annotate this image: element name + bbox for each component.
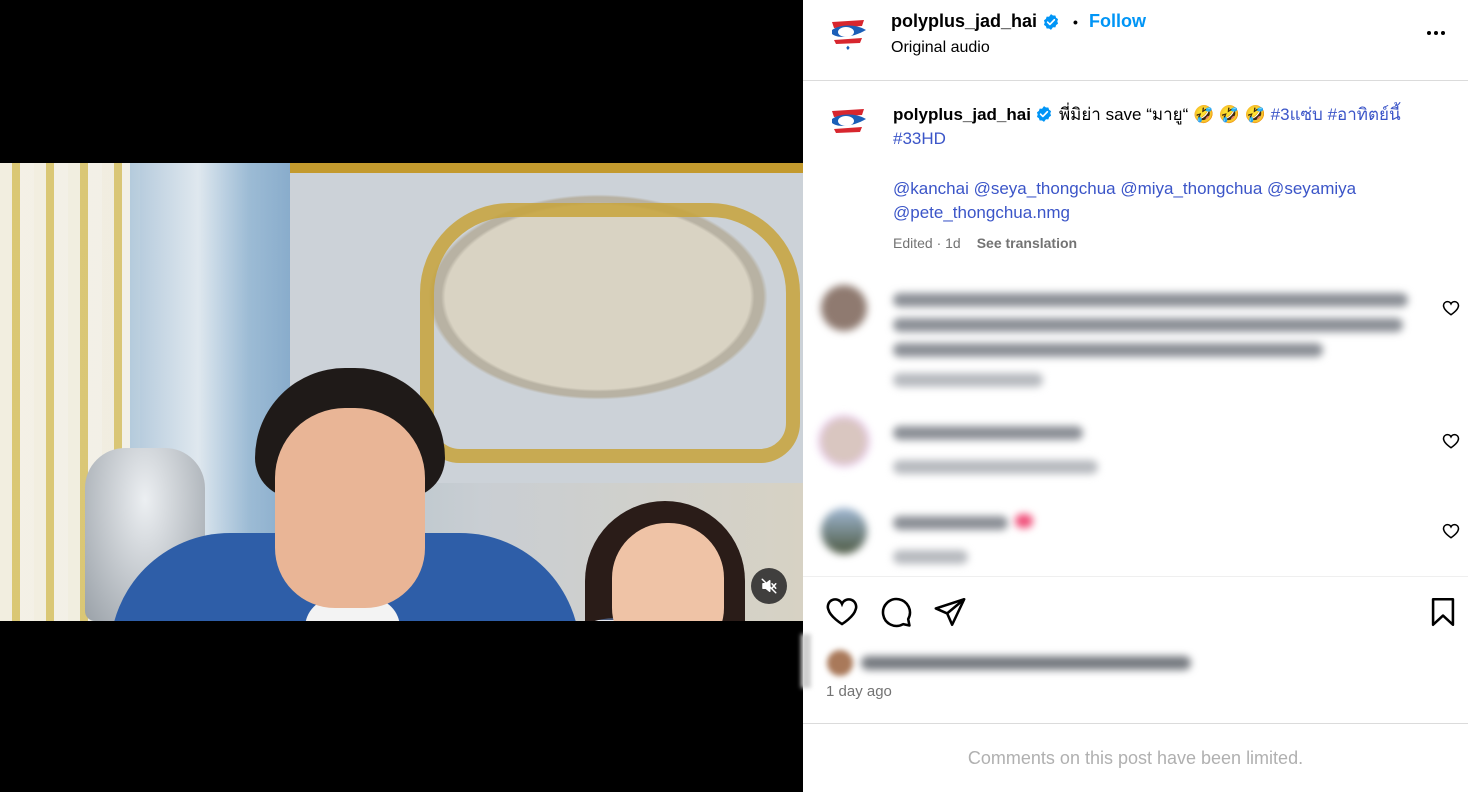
edge-shadow bbox=[801, 634, 811, 688]
avatar[interactable]: ♦ bbox=[826, 10, 870, 54]
post-timestamp[interactable]: 1 day ago bbox=[826, 683, 892, 700]
caption-avatar[interactable] bbox=[826, 99, 870, 143]
header-username[interactable]: polyplus_jad_hai bbox=[891, 11, 1037, 32]
post-header: ♦ polyplus_jad_hai • Follow Original aud… bbox=[803, 0, 1468, 81]
hashtag-link[interactable]: #33HD bbox=[893, 129, 946, 148]
comment-item bbox=[803, 414, 1468, 504]
header-separator: • bbox=[1073, 13, 1078, 30]
heart-icon bbox=[1442, 433, 1460, 449]
follow-button[interactable]: Follow bbox=[1089, 11, 1146, 32]
video-girl-face bbox=[612, 523, 724, 621]
hashtag-link[interactable]: #อาทิตย์นี้ bbox=[1328, 105, 1401, 124]
more-options-button[interactable] bbox=[1421, 21, 1451, 45]
heart-icon bbox=[826, 598, 858, 626]
comment-avatar[interactable] bbox=[821, 418, 867, 464]
action-bar bbox=[803, 576, 1468, 634]
audio-label[interactable]: Original audio bbox=[891, 39, 990, 57]
liked-by-blurred[interactable] bbox=[821, 648, 1201, 676]
verified-badge-icon bbox=[1043, 13, 1059, 30]
reel-video[interactable] bbox=[0, 163, 803, 621]
comment-avatar[interactable] bbox=[821, 508, 867, 554]
see-translation-link[interactable]: See translation bbox=[977, 235, 1077, 251]
more-options-icon bbox=[1427, 31, 1431, 35]
comment-avatar[interactable] bbox=[821, 285, 867, 331]
post-panel: ♦ polyplus_jad_hai • Follow Original aud… bbox=[801, 0, 1468, 792]
brand-logo-icon: ♦ bbox=[826, 10, 870, 54]
share-button[interactable] bbox=[933, 595, 967, 629]
media-area bbox=[0, 0, 803, 792]
svg-text:♦: ♦ bbox=[845, 45, 850, 52]
paper-plane-icon bbox=[934, 597, 966, 627]
comments-limited-notice: Comments on this post have been limited. bbox=[967, 747, 1304, 768]
video-man-face bbox=[275, 408, 425, 608]
comment-item bbox=[803, 281, 1468, 387]
caption-body: พี่มิย่า save “มายู“ 🤣 🤣 🤣 bbox=[1058, 105, 1266, 124]
header-username-row: polyplus_jad_hai • Follow bbox=[891, 11, 1146, 32]
comment-text-blurred bbox=[893, 293, 1408, 307]
mute-button[interactable] bbox=[751, 568, 787, 604]
comment-emoji-blurred bbox=[1015, 514, 1033, 528]
bookmark-icon bbox=[1431, 597, 1455, 627]
caption-text: polyplus_jad_hai พี่มิย่า save “มายู“ 🤣 … bbox=[893, 103, 1438, 151]
heart-icon bbox=[1442, 523, 1460, 539]
liker-avatar bbox=[827, 650, 853, 676]
like-button[interactable] bbox=[825, 595, 859, 629]
comment-meta-blurred bbox=[893, 373, 1043, 387]
save-button[interactable] bbox=[1426, 595, 1460, 629]
heart-icon bbox=[1442, 300, 1460, 316]
comment-bubble-icon bbox=[881, 597, 912, 628]
speaker-muted-icon bbox=[761, 578, 777, 594]
comment-like-button[interactable] bbox=[1442, 522, 1460, 540]
verified-badge-icon bbox=[1036, 106, 1051, 122]
comment-text-blurred bbox=[893, 318, 1403, 332]
comment-meta-blurred bbox=[893, 460, 1098, 474]
video-gold-ornament bbox=[420, 203, 800, 463]
comment-like-button[interactable] bbox=[1442, 432, 1460, 450]
comment-text-blurred bbox=[893, 426, 1083, 440]
caption-meta: Edited · 1d See translation bbox=[893, 235, 1077, 251]
comment-text-blurred bbox=[893, 516, 1008, 530]
brand-logo-icon bbox=[826, 99, 870, 143]
comment-text-blurred bbox=[893, 343, 1323, 357]
liked-by-text-blurred bbox=[861, 656, 1191, 670]
hashtag-link[interactable]: #3แซ่บ bbox=[1271, 105, 1323, 124]
caption-mentions[interactable]: @kanchai @seya_thongchua @miya_thongchua… bbox=[893, 177, 1438, 225]
comment-item bbox=[803, 504, 1468, 576]
comments-limited-bar: Comments on this post have been limited. bbox=[803, 723, 1468, 792]
caption-username[interactable]: polyplus_jad_hai bbox=[893, 105, 1031, 124]
caption-and-comments: polyplus_jad_hai พี่มิย่า save “มายู“ 🤣 … bbox=[803, 81, 1468, 576]
comment-button[interactable] bbox=[879, 595, 913, 629]
edited-timestamp: Edited · 1d bbox=[893, 235, 961, 251]
comment-meta-blurred bbox=[893, 550, 968, 564]
comment-like-button[interactable] bbox=[1442, 299, 1460, 317]
